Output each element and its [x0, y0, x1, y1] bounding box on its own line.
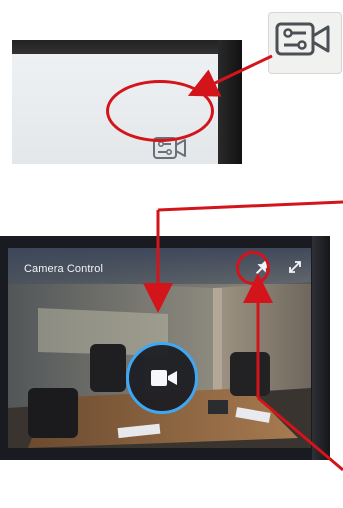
panel-title: Camera Control — [24, 263, 104, 275]
video-camera-icon — [151, 370, 177, 386]
camera-control-icon-zoom — [268, 12, 342, 74]
arrow-top-right-tail — [157, 200, 343, 212]
expand-icon[interactable] — [286, 258, 304, 276]
camera-select-button[interactable] — [126, 342, 198, 414]
callout-circle-pin-icon — [236, 251, 270, 285]
camera-screen-right-bezel — [218, 40, 242, 164]
camera-screen-top-bezel — [12, 40, 242, 54]
camera-settings-icon — [275, 22, 330, 56]
annotated-screenshot-canvas: Camera Control — [0, 0, 343, 508]
camera-control-screen-photo: Camera Control — [0, 236, 330, 460]
callout-circle-camera-icon — [106, 80, 214, 142]
screen-right-bezel — [312, 236, 330, 460]
